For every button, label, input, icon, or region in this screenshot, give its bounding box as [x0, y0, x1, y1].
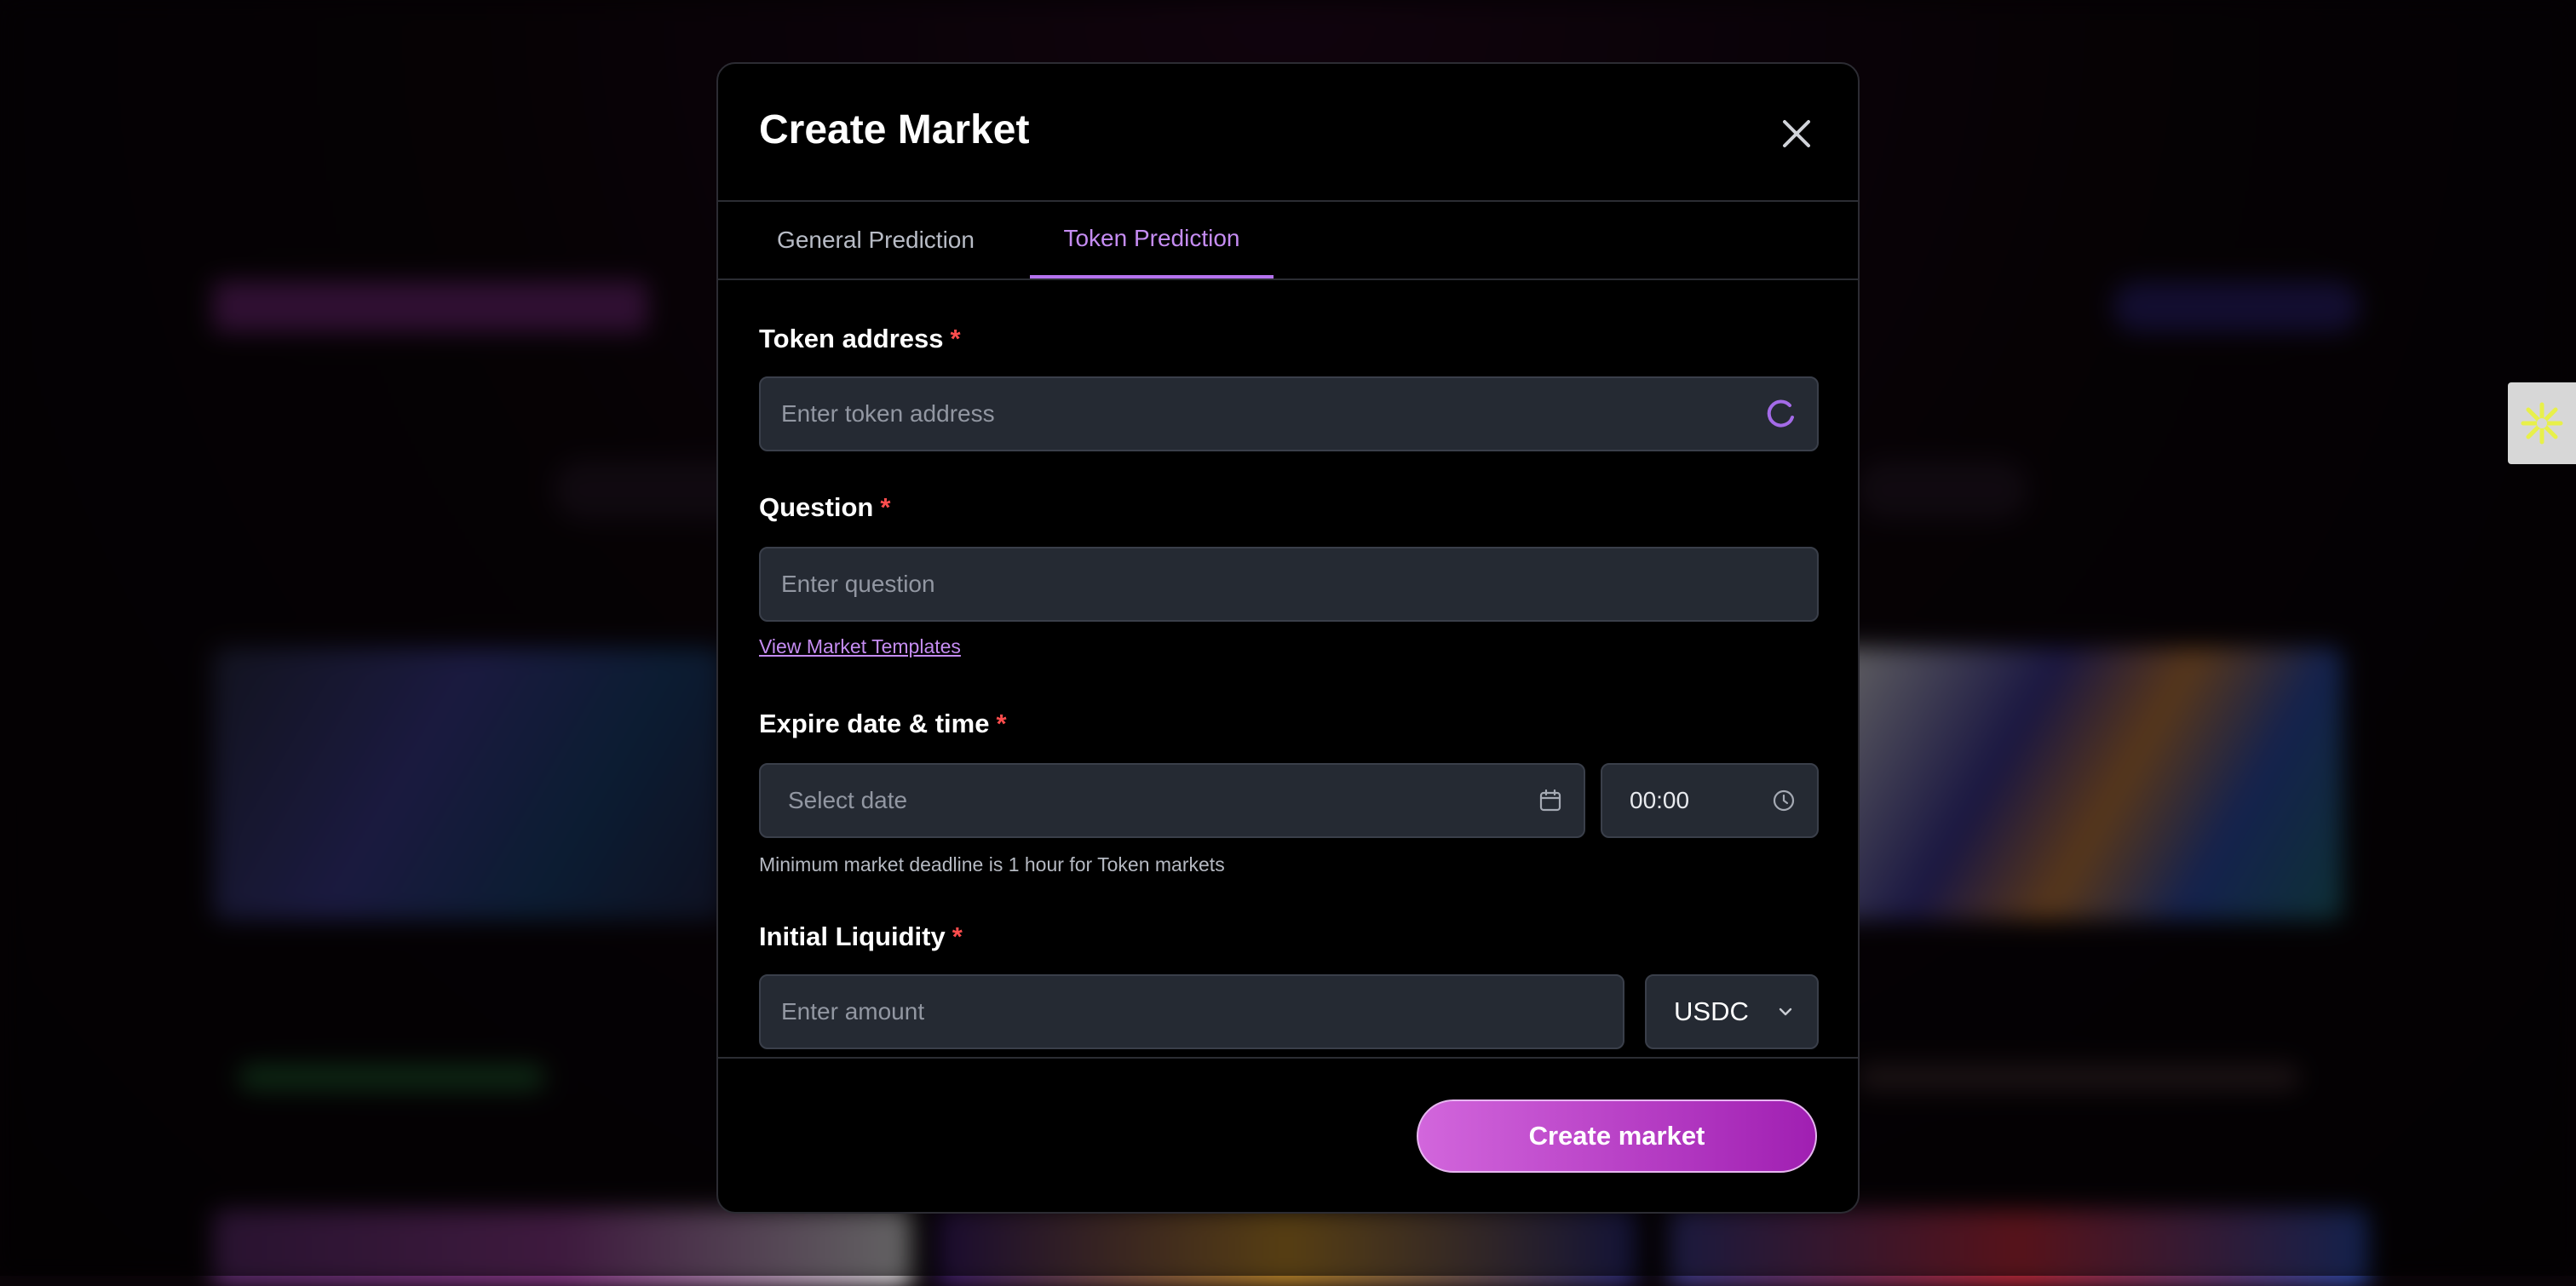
date-picker-input[interactable]: Select date [759, 763, 1585, 838]
modal-title: Create Market [759, 107, 1030, 152]
currency-select[interactable]: USDC [1645, 974, 1819, 1049]
required-mark: * [952, 921, 963, 951]
tab-general-prediction[interactable]: General Prediction [752, 202, 999, 278]
token-address-placeholder: Enter token address [781, 400, 995, 427]
side-widget-button[interactable] [2508, 382, 2576, 464]
amount-input[interactable]: Enter amount [759, 974, 1624, 1049]
chevron-down-icon [1779, 1008, 1792, 1016]
modal-header: Create Market [718, 64, 1858, 202]
expire-hint: Minimum market deadline is 1 hour for To… [759, 853, 1225, 876]
expire-label-text: Expire date & time [759, 709, 990, 738]
close-icon [1783, 120, 1810, 147]
modal-footer: Create market [718, 1057, 1858, 1212]
clock-icon [1773, 789, 1795, 812]
question-label: Question * [759, 492, 890, 526]
token-address-input[interactable]: Enter token address [759, 376, 1819, 451]
required-mark: * [996, 709, 1007, 738]
tab-bar: General Prediction Token Prediction [718, 202, 1858, 280]
token-address-label: Token address * [759, 324, 961, 358]
amount-placeholder: Enter amount [781, 998, 925, 1025]
close-button[interactable] [1776, 113, 1817, 154]
tab-token-prediction[interactable]: Token Prediction [1030, 202, 1274, 278]
date-placeholder: Select date [788, 787, 908, 813]
required-mark: * [880, 492, 891, 522]
calendar-icon [1539, 789, 1561, 812]
create-market-modal: Create Market General Prediction Token P… [716, 62, 1860, 1214]
view-market-templates-link[interactable]: View Market Templates [759, 635, 961, 658]
expire-label: Expire date & time * [759, 709, 1007, 743]
time-value: 00:00 [1630, 787, 1690, 813]
create-market-button[interactable]: Create market [1417, 1099, 1817, 1173]
token-address-label-text: Token address [759, 324, 944, 353]
loading-spinner-icon [1767, 399, 1794, 428]
question-input[interactable]: Enter question [759, 547, 1819, 622]
question-label-text: Question [759, 492, 874, 522]
required-mark: * [950, 324, 961, 353]
sparkle-icon [2521, 402, 2563, 445]
time-picker-input[interactable]: 00:00 [1601, 763, 1819, 838]
liquidity-label-text: Initial Liquidity [759, 921, 946, 951]
currency-value: USDC [1674, 996, 1749, 1026]
liquidity-label: Initial Liquidity * [759, 921, 963, 956]
question-placeholder: Enter question [781, 571, 935, 597]
